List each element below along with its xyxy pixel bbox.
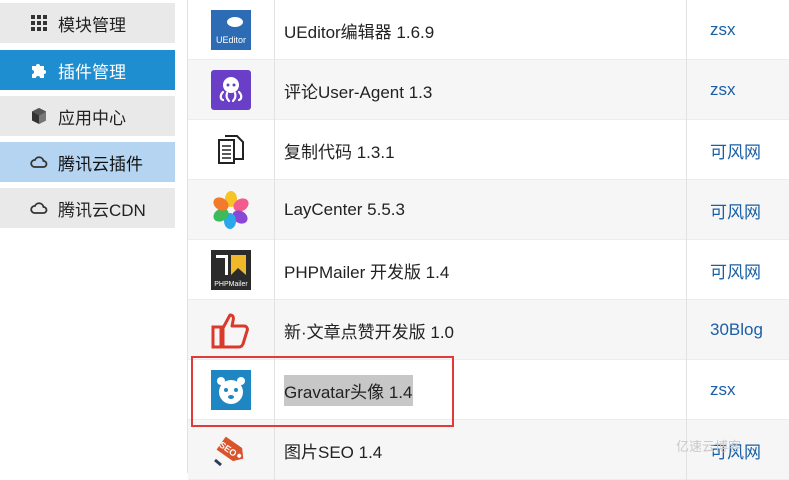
- sidebar-item-label: 模块管理: [58, 15, 126, 35]
- plugin-name: Gravatar头像 1.4: [284, 374, 413, 406]
- table-row: LayCenter 5.5.3 可风网: [188, 180, 789, 240]
- sidebar-item-tencent-cloud-plugin[interactable]: 腾讯云插件: [0, 142, 175, 182]
- sidebar-item-label: 腾讯云CDN: [58, 200, 146, 220]
- plugin-author-link[interactable]: 可风网: [688, 120, 789, 180]
- sidebar-item-app-center[interactable]: 应用中心: [0, 96, 175, 136]
- copy-icon: [218, 135, 244, 164]
- gravatar-icon: [211, 370, 251, 410]
- thumbs-up-icon: [211, 313, 249, 349]
- table-row: PHPMailer PHPMailer 开发版 1.4 可风网: [188, 240, 789, 300]
- sidebar-item-label: 腾讯云插件: [58, 154, 143, 174]
- plugin-author-link[interactable]: 30Blog: [688, 300, 789, 360]
- octopus-icon: [211, 70, 251, 110]
- plugin-name: 评论User-Agent 1.3: [284, 82, 433, 102]
- plugin-author-link[interactable]: zsx: [688, 0, 789, 60]
- phpmailer-icon: PHPMailer: [211, 250, 251, 290]
- table-row: Gravatar头像 1.4 zsx: [188, 360, 789, 420]
- sidebar-item-label: 应用中心: [58, 108, 126, 128]
- watermark: 亿速云博客: [676, 439, 742, 454]
- plugin-name: 图片SEO 1.4: [284, 442, 383, 462]
- grid-icon: [30, 14, 48, 32]
- sidebar-item-label: 插件管理: [58, 62, 126, 82]
- sidebar: 模块管理 插件管理 应用中心 腾讯云插件 腾讯云CDN: [0, 0, 175, 473]
- cloud-icon: [30, 199, 48, 217]
- svg-text:PHPMailer: PHPMailer: [214, 281, 248, 288]
- sidebar-item-tencent-cloud-cdn[interactable]: 腾讯云CDN: [0, 188, 175, 228]
- plugin-name: UEditor编辑器 1.6.9: [284, 22, 435, 42]
- table-row: 评论User-Agent 1.3 zsx: [188, 60, 789, 120]
- cube-icon: [30, 107, 48, 125]
- plugin-author-link[interactable]: zsx: [688, 360, 789, 420]
- cloud-icon: [30, 153, 48, 171]
- plugin-name: 新·文章点赞开发版 1.0: [284, 322, 455, 342]
- plugin-author-link[interactable]: 可风网: [688, 240, 789, 300]
- plugin-author-link[interactable]: 可风网: [688, 180, 789, 240]
- plugin-name: PHPMailer 开发版 1.4: [284, 262, 450, 282]
- plugin-table: UEditor UEditor编辑器 1.6.9 zsx 评论User-Agen…: [187, 0, 789, 480]
- table-row: 新·文章点赞开发版 1.0 30Blog: [188, 300, 789, 360]
- puzzle-icon: [30, 61, 48, 79]
- table-row: UEditor UEditor编辑器 1.6.9 zsx: [188, 0, 789, 60]
- plugin-name: 复制代码 1.3.1: [284, 142, 395, 162]
- sidebar-item-plugin-management[interactable]: 插件管理: [0, 50, 175, 90]
- seo-tag-icon: SEO: [214, 436, 244, 467]
- plugin-name: LayCenter 5.5.3: [284, 200, 405, 219]
- table-row: 复制代码 1.3.1 可风网: [188, 120, 789, 180]
- plugin-author-link[interactable]: zsx: [688, 60, 789, 120]
- sidebar-item-module-management[interactable]: 模块管理: [0, 3, 175, 43]
- ueditor-icon: UEditor: [211, 10, 251, 50]
- flower-icon: [213, 191, 249, 229]
- svg-text:UEditor: UEditor: [216, 35, 246, 45]
